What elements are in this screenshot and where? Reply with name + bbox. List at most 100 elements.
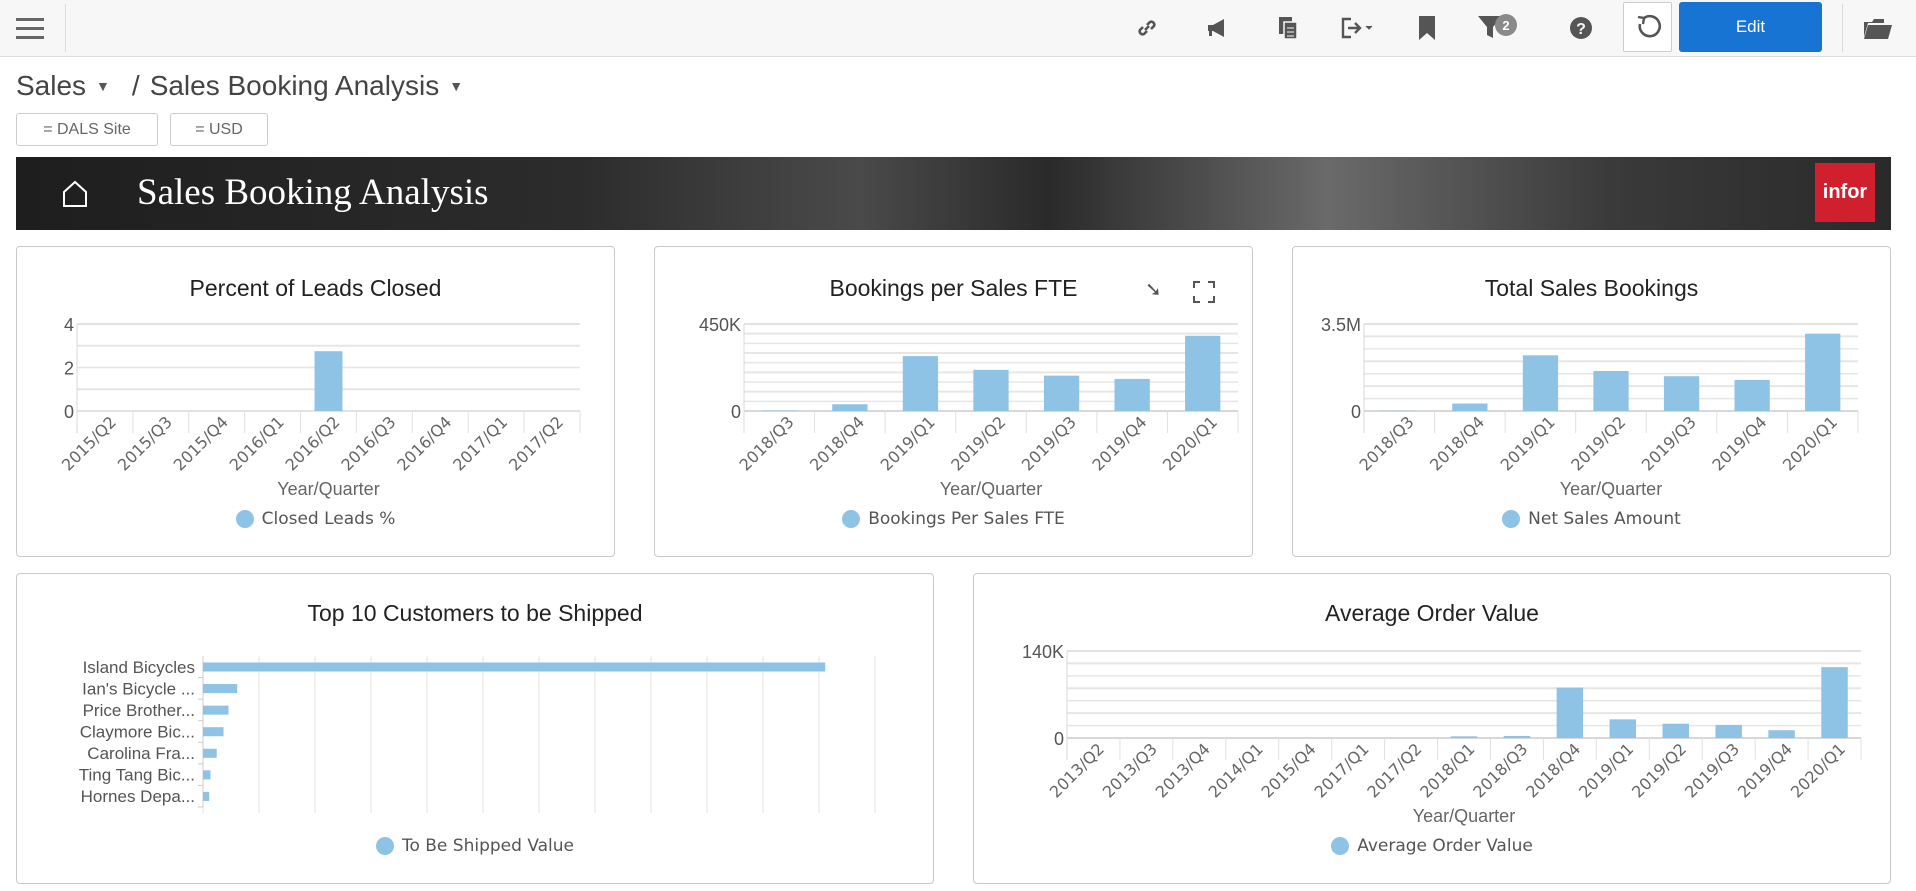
y-tick-label: 3.5M [1321,315,1361,335]
x-tick-label: 2017/Q1 [1310,739,1372,801]
edit-button[interactable]: Edit [1679,2,1822,52]
legend-item[interactable]: To Be Shipped Value [17,836,933,856]
bar [203,791,210,801]
refresh-button[interactable] [1623,2,1672,52]
y-tick-label: 0 [1351,402,1361,422]
legend-label: Bookings Per Sales FTE [868,509,1065,529]
menu-icon[interactable] [10,0,50,56]
x-tick-label: 2019/Q2 [1567,412,1629,474]
x-axis-title: Year/Quarter [1413,806,1515,826]
x-axis-title: Year/Quarter [940,479,1042,499]
x-tick-label: 2016/Q2 [281,412,343,474]
legend-item[interactable]: Closed Leads % [17,509,614,529]
bar [1715,724,1742,738]
chart-card-leads-closed: Percent of Leads Closed 0 2 4 2015/Q2 2015/Q… [16,246,615,557]
banner-title: Sales Booking Analysis [137,172,489,213]
bar [203,727,224,737]
y-tick-label: 0 [64,402,74,422]
x-tick-label: 2019/Q4 [1088,412,1150,474]
filter-chip-currency[interactable]: = USD [170,113,268,146]
x-tick-label: 2016/Q3 [337,412,399,474]
x-tick-label: 2018/Q3 [1469,739,1531,801]
chevron-down-icon[interactable]: ▼ [449,78,463,94]
y-axis-title: Average Order Value [993,639,1013,815]
help-icon[interactable]: ? [1568,0,1594,56]
x-tick-label: 2016/Q4 [393,412,455,474]
copy-icon[interactable] [1274,0,1302,56]
bar [902,356,939,411]
bookmark-icon[interactable] [1414,0,1440,56]
x-tick-label: 2018/Q4 [1426,412,1488,474]
x-tick-label: 2016/Q1 [226,412,288,474]
x-tick-label: 2013/Q4 [1152,739,1214,801]
y-tick-label: Claymore Bic... [80,723,195,742]
legend-label: Closed Leads % [261,509,396,529]
legend-item[interactable]: Average Order Value [974,836,1890,856]
bar [1450,736,1478,738]
x-tick-label: 2018/Q4 [806,412,868,474]
x-tick-label: 2018/Q3 [735,412,797,474]
bar [203,748,217,758]
chart-card-avg-order: Average Order Value 0 140K 2013/Q2 2013/Q3 2… [973,573,1891,884]
breadcrumb-separator: / [131,70,140,101]
y-tick-label: Island Bicycles [83,658,195,677]
home-icon[interactable] [60,179,90,209]
legend-swatch [842,510,861,528]
refresh-icon [1637,14,1661,38]
x-tick-label: 2020/Q1 [1779,412,1841,474]
y-tick-label: 0 [1054,729,1064,749]
filter-chip-site[interactable]: = DALS Site [16,113,158,146]
x-tick-label: 2018/Q4 [1522,739,1584,801]
bar [1663,376,1700,411]
bar [314,351,343,411]
legend-label: Net Sales Amount [1528,509,1681,529]
bar [1452,403,1488,411]
x-tick-label: 2019/Q1 [877,412,939,474]
divider [65,4,66,52]
svg-text:?: ? [1576,21,1586,38]
y-tick-label: Ting Tang Bic... [79,766,195,785]
legend-label: Average Order Value [1357,836,1533,856]
divider [1842,4,1843,52]
y-axis-title: Customer Name [44,702,64,840]
x-tick-label: 2017/Q2 [1363,739,1425,801]
bar [1556,687,1584,738]
legend-label: To Be Shipped Value [401,836,575,856]
legend-swatch [1502,510,1521,528]
x-tick-label: 2017/Q1 [449,412,511,474]
filter-button[interactable]: 2 [1476,0,1524,56]
breadcrumb-current[interactable]: Sales Booking Analysis [150,70,440,102]
filter-count-badge: 2 [1495,14,1517,36]
bar [1185,335,1221,411]
bar [1805,333,1841,411]
legend-item[interactable]: Bookings Per Sales FTE [655,509,1252,529]
legend-item[interactable]: Net Sales Amount [1293,509,1890,529]
x-tick-label: 2020/Q1 [1787,739,1849,801]
chart-card-bookings-fte: Bookings per Sales FTE ➘ 0 450K 2018/Q3 201… [654,246,1253,557]
y-axis-title: Closed Leads % [30,312,50,446]
bar [973,369,1009,411]
megaphone-icon[interactable] [1203,0,1233,56]
chevron-down-icon[interactable]: ▼ [96,78,110,94]
y-axis-title: Bookings Per Sales FTE [678,312,698,509]
toolbar: 2 ? Edit [0,0,1916,57]
x-tick-label: 2015/Q3 [114,412,176,474]
link-icon[interactable] [1132,0,1162,56]
x-axis-title: Year/Quarter [277,479,379,499]
y-tick-label: Hornes Depa... [81,787,195,806]
y-tick-label: 0 [731,402,741,422]
x-tick-label: 2015/Q4 [1258,739,1320,801]
x-tick-label: 2017/Q2 [505,412,567,474]
x-tick-label: 2015/Q4 [170,412,232,474]
bar [1522,355,1559,411]
breadcrumb-sales[interactable]: Sales [16,70,86,102]
y-tick-label: Price Brother... [83,701,195,720]
bar [203,684,238,694]
bar [1593,370,1629,411]
bar [203,770,211,780]
folder-icon[interactable] [1860,0,1894,56]
bar [203,705,229,715]
infor-logo: infor [1815,163,1875,222]
export-icon[interactable] [1338,0,1378,56]
y-tick-label: 4 [64,315,74,335]
